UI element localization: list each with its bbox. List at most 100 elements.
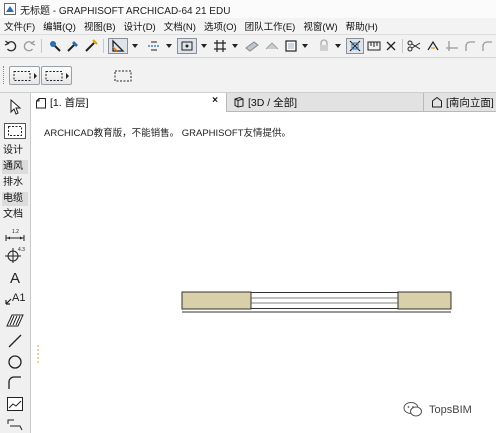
toolbox-group-drainage[interactable]: 排水 [2, 176, 28, 190]
toolbar-grip[interactable] [3, 66, 6, 84]
window-opening[interactable] [251, 292, 398, 309]
snap-guides-dropdown[interactable] [164, 38, 174, 54]
tab-floor-plan[interactable]: [1. 首层] × [31, 93, 227, 112]
chevron-down-icon [232, 44, 238, 48]
undo-button[interactable] [4, 38, 18, 54]
selection-shape-button[interactable] [41, 66, 72, 85]
trace-button[interactable] [346, 38, 364, 54]
text-tool[interactable]: A [4, 269, 26, 285]
snap-points-button[interactable] [177, 38, 197, 54]
watermark-label: TopsBIM [429, 403, 472, 416]
arrow-tool[interactable] [4, 99, 26, 115]
arrow-pointer-icon [10, 99, 22, 115]
layer-square-icon [285, 40, 297, 52]
syringe-button[interactable] [83, 38, 99, 54]
fill-hatch-icon [6, 314, 24, 327]
toolbox-group-document[interactable]: 文档 [2, 208, 28, 222]
text-tool-glyph: A [10, 270, 20, 285]
dimension-tool[interactable]: 1.2 [4, 227, 26, 243]
parameter-pick-button[interactable] [47, 38, 63, 54]
tab-3d[interactable]: [3D / 全部] [229, 93, 424, 111]
offset-icon [482, 41, 492, 51]
measure-button[interactable] [366, 38, 382, 54]
menu-design[interactable]: 设计(D) [120, 19, 160, 33]
drawing-tool[interactable] [4, 417, 26, 433]
fill-tool[interactable] [4, 312, 26, 328]
snap-guides-button[interactable] [145, 38, 163, 54]
tab-south-elevation[interactable]: [南向立面] [427, 93, 496, 111]
3d-view-icon [234, 96, 244, 108]
archicad-app-icon [4, 3, 16, 15]
cross-icon [386, 41, 396, 51]
surface-tool-button[interactable] [263, 38, 281, 54]
menu-help[interactable]: 帮助(H) [342, 19, 382, 33]
toolbar-separator [103, 39, 104, 53]
standard-toolbar [0, 35, 496, 58]
surface-icon [265, 42, 279, 50]
cross-select-button[interactable] [384, 38, 398, 54]
toolbox-group-ventilation[interactable]: 通风 [2, 160, 28, 174]
selection-method-button[interactable] [9, 66, 40, 85]
floor-plan-canvas[interactable]: ARCHICAD教育版，不能销售。 GRAPHISOFT友情提供。 TopsBI… [31, 112, 496, 433]
label-tool-glyph: A1 [12, 292, 25, 304]
toolbar-separator [41, 39, 42, 53]
marquee-option-button[interactable] [110, 67, 136, 85]
watermark: TopsBIM [403, 401, 472, 418]
chevron-down-icon [302, 44, 308, 48]
lock-button[interactable] [316, 38, 332, 54]
polyline-icon [8, 376, 21, 389]
wall-right[interactable] [397, 291, 452, 310]
polyline-tool[interactable] [4, 375, 26, 391]
adjust-button[interactable] [425, 38, 441, 54]
wall-left[interactable] [181, 291, 252, 310]
level-dimension-tool[interactable]: 4.3 [4, 247, 26, 263]
chevron-down-icon [335, 44, 341, 48]
fill-tool-button[interactable] [243, 38, 261, 54]
intersect-button[interactable] [444, 38, 460, 54]
guide-lines-button[interactable] [108, 38, 128, 54]
grid-snap-button[interactable] [212, 38, 228, 54]
lock-dropdown[interactable] [333, 38, 343, 54]
trace-icon [349, 40, 361, 52]
marquee-rect-icon [13, 70, 37, 81]
eyedropper-button[interactable] [65, 38, 81, 54]
menu-document[interactable]: 文档(N) [160, 19, 200, 33]
toolbar-separator [402, 39, 403, 53]
menu-view[interactable]: 视图(B) [80, 19, 120, 33]
redo-button[interactable] [22, 38, 36, 54]
line-icon [8, 334, 22, 348]
adjust-icon [427, 40, 439, 51]
dimension-icon: 1.2 [5, 229, 25, 241]
layer-button[interactable] [283, 38, 299, 54]
title-bar: 无标题 - GRAPHISOFT ARCHICAD-64 21 EDU [0, 0, 496, 18]
measure-icon [367, 41, 381, 51]
redo-icon [23, 40, 36, 52]
floor-plan-icon [36, 97, 46, 108]
marquee-tool[interactable] [4, 123, 26, 139]
figure-tool[interactable] [4, 396, 26, 412]
marquee-dashed-icon [114, 70, 132, 82]
menu-options[interactable]: 选项(O) [200, 19, 241, 33]
level-tag-text: 4.3 [18, 247, 25, 253]
guide-lines-dropdown[interactable] [130, 38, 140, 54]
menu-window[interactable]: 视窗(W) [299, 19, 341, 33]
grid-snap-dropdown[interactable] [230, 38, 240, 54]
split-button[interactable] [406, 38, 422, 54]
toolbox-group-cable[interactable]: 电缆 [2, 192, 28, 206]
menu-file[interactable]: 文件(F) [0, 19, 39, 33]
menu-edit[interactable]: 编辑(Q) [39, 19, 80, 33]
layer-dropdown[interactable] [300, 38, 310, 54]
view-tabs: [1. 首层] × [3D / 全部] [南向立面] [31, 93, 496, 112]
snap-guide-icon [148, 41, 160, 51]
toolbox-group-design[interactable]: 设计 [2, 144, 28, 158]
figure-image-icon [7, 397, 23, 411]
menu-teamwork[interactable]: 团队工作(E) [241, 19, 300, 33]
line-tool[interactable] [4, 333, 26, 349]
fillet-button[interactable] [462, 38, 478, 54]
label-tool[interactable]: A1 [4, 290, 26, 306]
snap-points-dropdown[interactable] [199, 38, 209, 54]
circle-tool[interactable] [4, 354, 26, 370]
lock-icon [320, 39, 328, 51]
close-tab-button[interactable]: × [212, 95, 218, 106]
offset-button[interactable] [480, 38, 494, 54]
